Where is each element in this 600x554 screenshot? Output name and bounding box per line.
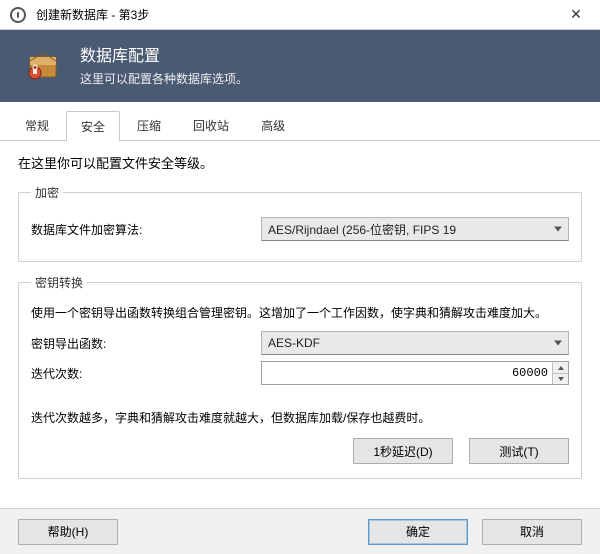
group-key-transform-legend: 密钥转换 <box>31 274 87 291</box>
encryption-algo-select[interactable]: AES/Rijndael (256-位密钥, FIPS 19 <box>261 217 569 241</box>
one-second-delay-button[interactable]: 1秒延迟(D) <box>353 438 453 464</box>
help-button[interactable]: 帮助(H) <box>18 519 118 545</box>
group-key-transform: 密钥转换 使用一个密钥导出函数转换组合管理密钥。这增加了一个工作因数，使字典和猜… <box>18 274 582 479</box>
chevron-down-icon <box>554 341 562 346</box>
test-button[interactable]: 测试(T) <box>469 438 569 464</box>
spinner-down-button[interactable] <box>552 374 568 385</box>
dialog-footer: 帮助(H) 确定 取消 <box>0 508 600 554</box>
close-button[interactable]: ✕ <box>556 6 596 23</box>
encryption-algo-value: AES/Rijndael (256-位密钥, FIPS 19 <box>268 221 456 238</box>
group-encryption: 加密 数据库文件加密算法: AES/Rijndael (256-位密钥, FIP… <box>18 184 582 262</box>
security-intro: 在这里你可以配置文件安全等级。 <box>18 153 582 172</box>
dialog-header: 数据库配置 这里可以配置各种数据库选项。 <box>0 30 600 102</box>
tab-strip: 常规 安全 压缩 回收站 高级 <box>0 102 600 141</box>
chevron-down-icon <box>554 227 562 232</box>
group-encryption-legend: 加密 <box>31 184 63 201</box>
kdf-label: 密钥导出函数: <box>31 335 261 352</box>
header-subtitle: 这里可以配置各种数据库选项。 <box>80 70 248 87</box>
iterations-spinner <box>552 362 568 384</box>
tab-content-security: 在这里你可以配置文件安全等级。 加密 数据库文件加密算法: AES/Rijnda… <box>0 141 600 497</box>
window-titlebar: 创建新数据库 - 第3步 ✕ <box>0 0 600 30</box>
iterations-input[interactable] <box>261 361 569 385</box>
window-title: 创建新数据库 - 第3步 <box>36 6 556 23</box>
kdf-value: AES-KDF <box>268 336 320 350</box>
package-lock-icon <box>16 39 66 89</box>
header-title: 数据库配置 <box>80 42 248 66</box>
lock-icon <box>10 7 26 23</box>
cancel-button[interactable]: 取消 <box>482 519 582 545</box>
iterations-label: 迭代次数: <box>31 365 261 382</box>
tab-security[interactable]: 安全 <box>66 111 120 141</box>
tab-advanced[interactable]: 高级 <box>246 110 300 140</box>
ok-button[interactable]: 确定 <box>368 519 468 545</box>
iterations-note: 迭代次数越多，字典和猜解攻击难度就越大，但数据库加载/保存也越费时。 <box>31 409 569 426</box>
spinner-up-button[interactable] <box>552 362 568 374</box>
tab-general[interactable]: 常规 <box>10 110 64 140</box>
key-transform-desc: 使用一个密钥导出函数转换组合管理密钥。这增加了一个工作因数，使字典和猜解攻击难度… <box>31 303 569 323</box>
tab-compression[interactable]: 压缩 <box>122 110 176 140</box>
tab-recycle-bin[interactable]: 回收站 <box>178 110 244 140</box>
encryption-algo-label: 数据库文件加密算法: <box>31 221 261 238</box>
kdf-select[interactable]: AES-KDF <box>261 331 569 355</box>
